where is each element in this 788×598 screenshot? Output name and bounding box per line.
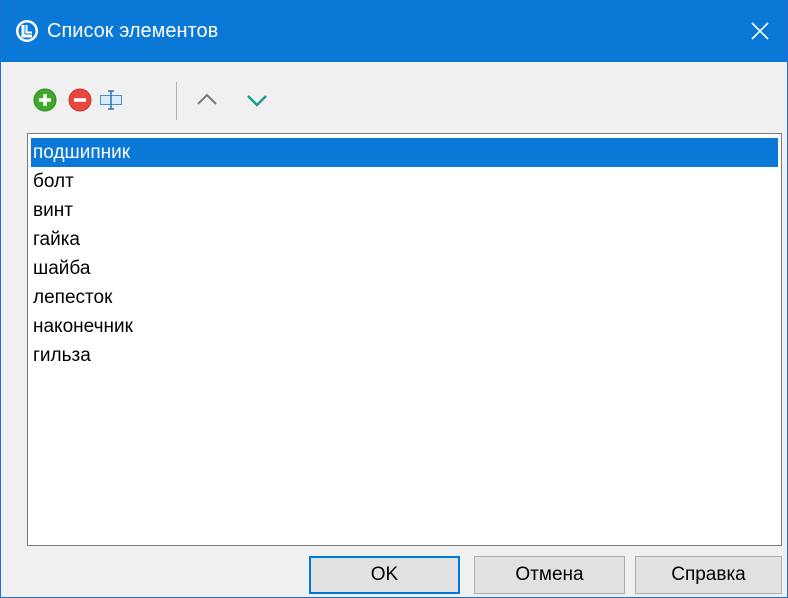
toolbar-separator: [176, 82, 177, 120]
help-button[interactable]: Справка: [635, 556, 782, 594]
window-title: Список элементов: [47, 20, 219, 42]
rename-icon: [100, 90, 122, 110]
close-icon: [751, 22, 769, 40]
cancel-button[interactable]: Отмена: [474, 556, 625, 594]
list-item[interactable]: лепесток: [31, 283, 778, 312]
app-logo-icon: [15, 19, 39, 43]
remove-button[interactable]: [68, 88, 92, 112]
move-down-button[interactable]: [245, 88, 269, 112]
title-bar[interactable]: Список элементов: [1, 0, 787, 62]
elements-list[interactable]: подшипник болт винт гайка шайба лепесток након…: [27, 133, 782, 546]
list-item[interactable]: гайка: [31, 225, 778, 254]
list-item[interactable]: гильза: [31, 341, 778, 370]
dialog-window: Список элементов подшипник болт винт гай…: [0, 0, 788, 598]
close-button[interactable]: [733, 0, 787, 62]
list-item[interactable]: винт: [31, 196, 778, 225]
list-item[interactable]: шайба: [31, 254, 778, 283]
remove-icon: [68, 88, 92, 112]
add-button[interactable]: [33, 88, 57, 112]
list-item[interactable]: подшипник: [31, 138, 778, 167]
ok-button[interactable]: OK: [309, 556, 460, 594]
list-item[interactable]: наконечник: [31, 312, 778, 341]
list-item[interactable]: болт: [31, 167, 778, 196]
rename-button[interactable]: [99, 88, 123, 112]
chevron-down-icon: [247, 95, 267, 107]
chevron-up-icon: [197, 93, 217, 105]
move-up-button[interactable]: [195, 88, 219, 112]
toolbar: [27, 80, 327, 120]
add-icon: [33, 88, 57, 112]
